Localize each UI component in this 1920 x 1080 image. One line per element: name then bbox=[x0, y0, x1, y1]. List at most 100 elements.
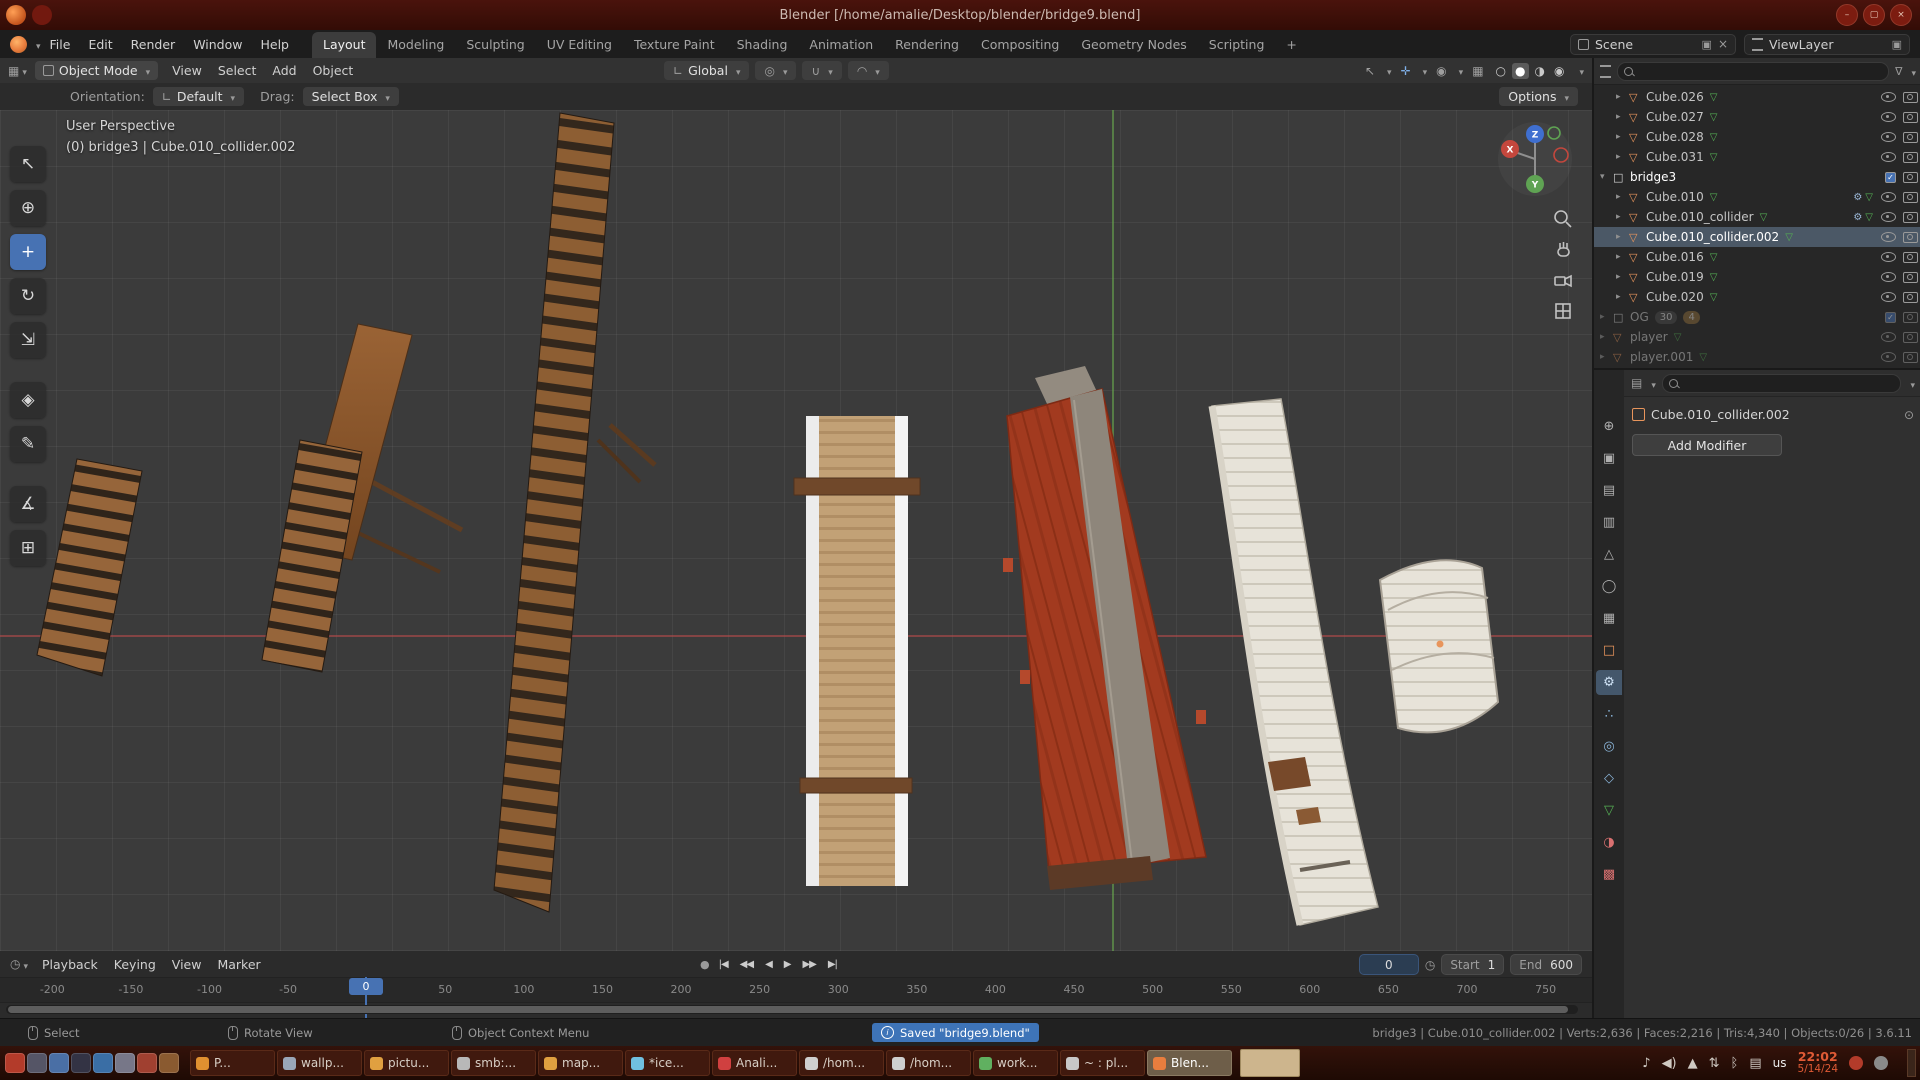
bridge-model-ladder-tall[interactable] bbox=[494, 113, 655, 912]
update-icon[interactable] bbox=[1874, 1056, 1888, 1070]
bridge-model-ladder-small[interactable] bbox=[37, 459, 142, 676]
outliner-row[interactable]: Cube.010_collider.002 ⚙▽ bbox=[1594, 227, 1920, 247]
expand-arrow-icon[interactable] bbox=[1616, 232, 1629, 242]
current-frame-field[interactable]: 0 bbox=[1359, 954, 1419, 975]
options-dropdown[interactable]: Options bbox=[1499, 87, 1578, 106]
disable-render-camera-icon[interactable] bbox=[1903, 92, 1918, 103]
tool-button[interactable]: ✎ bbox=[10, 426, 46, 462]
tool-button[interactable]: ∡ bbox=[10, 486, 46, 522]
tray-icon[interactable]: ♪ bbox=[1642, 1056, 1650, 1071]
collection-checkbox-icon[interactable] bbox=[1885, 312, 1896, 323]
expand-arrow-icon[interactable] bbox=[1616, 152, 1629, 162]
blender-logo-icon[interactable] bbox=[10, 36, 27, 53]
add-modifier-button[interactable]: Add Modifier bbox=[1632, 434, 1782, 456]
taskbar-window-button[interactable]: Anali... bbox=[712, 1050, 797, 1076]
outliner-row[interactable]: Cube.031 ⚙▽ bbox=[1594, 147, 1920, 167]
viewport-menu[interactable]: Add bbox=[264, 61, 304, 80]
properties-tab[interactable]: ⊕ bbox=[1596, 414, 1622, 439]
disable-render-camera-icon[interactable] bbox=[1903, 352, 1918, 363]
app-logo-icon[interactable] bbox=[6, 5, 26, 25]
overlays-dropdown-icon[interactable]: ◉ bbox=[1436, 64, 1446, 78]
outliner-search-input[interactable] bbox=[1617, 62, 1889, 81]
tool-button[interactable]: ↻ bbox=[10, 278, 46, 314]
disable-render-camera-icon[interactable] bbox=[1903, 312, 1918, 323]
object-name[interactable]: Cube.020 bbox=[1646, 290, 1704, 304]
transport-button[interactable]: ▶▶ bbox=[802, 959, 815, 970]
orthographic-toggle-icon[interactable] bbox=[1550, 298, 1576, 324]
outliner-row[interactable]: Cube.020 ⚙▽ bbox=[1594, 287, 1920, 307]
workspace-tab[interactable]: Shading bbox=[726, 32, 799, 58]
workspace-tab[interactable]: Compositing bbox=[970, 32, 1070, 58]
expand-arrow-icon[interactable] bbox=[1600, 352, 1613, 362]
filter-funnel-icon[interactable] bbox=[1895, 65, 1902, 78]
timeline-menu[interactable]: Marker bbox=[209, 955, 268, 974]
disable-render-camera-icon[interactable] bbox=[1903, 132, 1918, 143]
disable-render-camera-icon[interactable] bbox=[1903, 172, 1918, 183]
hide-eye-icon[interactable] bbox=[1881, 292, 1896, 302]
shading-mode-button[interactable]: ◑ bbox=[1532, 63, 1548, 79]
object-name[interactable]: Cube.019 bbox=[1646, 270, 1704, 284]
properties-tab[interactable]: ◇ bbox=[1596, 766, 1622, 791]
taskbar-window-button[interactable]: /hom... bbox=[799, 1050, 884, 1076]
outliner-row[interactable]: Cube.028 ⚙▽ bbox=[1594, 127, 1920, 147]
hide-eye-icon[interactable] bbox=[1881, 212, 1896, 222]
taskbar-window-button[interactable]: ~ : pl... bbox=[1060, 1050, 1145, 1076]
editor-type-icon[interactable]: ▦ bbox=[8, 64, 19, 78]
object-name[interactable]: Cube.010_collider bbox=[1646, 210, 1754, 224]
timeline-menu[interactable]: View bbox=[164, 955, 210, 974]
hide-eye-icon[interactable] bbox=[1881, 332, 1896, 342]
properties-search-input[interactable] bbox=[1662, 374, 1902, 393]
tool-button[interactable]: ⊞ bbox=[10, 530, 46, 566]
disable-render-camera-icon[interactable] bbox=[1903, 332, 1918, 343]
expand-arrow-icon[interactable] bbox=[1616, 212, 1629, 222]
gizmos-dropdown-icon[interactable]: ✛ bbox=[1401, 64, 1411, 78]
tray-icon[interactable]: ◀) bbox=[1662, 1056, 1677, 1071]
hide-eye-icon[interactable] bbox=[1881, 272, 1896, 282]
viewport-3d-models[interactable] bbox=[0, 110, 1592, 951]
outliner-editor-type-icon[interactable] bbox=[1600, 65, 1611, 78]
bridge-model-white-arc[interactable] bbox=[1380, 560, 1498, 732]
zoom-icon[interactable] bbox=[1550, 206, 1576, 232]
viewport-menu[interactable]: Select bbox=[210, 61, 265, 80]
expand-arrow-icon[interactable] bbox=[1616, 92, 1629, 102]
outliner-row[interactable]: OG 30 4 ⚙▽ bbox=[1594, 307, 1920, 327]
object-name[interactable]: Cube.016 bbox=[1646, 250, 1704, 264]
viewport-menu[interactable]: Object bbox=[305, 61, 362, 80]
launcher-icon[interactable] bbox=[71, 1053, 91, 1073]
tool-button[interactable]: ↖ bbox=[10, 146, 46, 182]
outliner-row[interactable]: Cube.026 ⚙▽ bbox=[1594, 87, 1920, 107]
properties-tab[interactable]: ▥ bbox=[1596, 510, 1622, 535]
outliner-row[interactable]: bridge3 ⚙▽ bbox=[1594, 167, 1920, 187]
workspace-tab[interactable]: Texture Paint bbox=[623, 32, 726, 58]
expand-arrow-icon[interactable] bbox=[1600, 172, 1613, 182]
expand-arrow-icon[interactable] bbox=[1600, 332, 1613, 342]
orientation-default-dropdown[interactable]: ∟ Default bbox=[153, 87, 244, 106]
outliner-row[interactable]: player ⚙▽ bbox=[1594, 327, 1920, 347]
close-button[interactable]: × bbox=[1890, 4, 1912, 26]
object-name[interactable]: Cube.010_collider.002 bbox=[1646, 230, 1779, 244]
taskbar-window-button[interactable]: *ice... bbox=[625, 1050, 710, 1076]
playhead-frame-badge[interactable]: 0 bbox=[349, 978, 383, 995]
transport-button[interactable]: ◀ bbox=[765, 959, 772, 970]
launcher-icon[interactable] bbox=[159, 1053, 179, 1073]
saved-notification[interactable]: Saved "bridge9.blend" bbox=[872, 1023, 1039, 1042]
taskbar-window-button[interactable]: wallp... bbox=[277, 1050, 362, 1076]
object-name[interactable]: Cube.031 bbox=[1646, 150, 1704, 164]
tray-icon[interactable]: ᛒ bbox=[1731, 1056, 1739, 1071]
properties-tab[interactable]: □ bbox=[1596, 638, 1622, 663]
object-name[interactable]: bridge3 bbox=[1630, 170, 1676, 184]
bridge-model-red[interactable] bbox=[1003, 366, 1206, 890]
workspace-tab[interactable]: UV Editing bbox=[536, 32, 623, 58]
outliner-row[interactable]: Cube.019 ⚙▽ bbox=[1594, 267, 1920, 287]
timeline-scrollbar[interactable] bbox=[6, 1005, 1578, 1014]
expand-arrow-icon[interactable] bbox=[1616, 132, 1629, 142]
launcher-icon[interactable] bbox=[93, 1053, 113, 1073]
expand-arrow-icon[interactable] bbox=[1616, 192, 1629, 202]
timeline-ruler[interactable]: -200-150-100-500501001502002503003504004… bbox=[0, 978, 1592, 1003]
hide-eye-icon[interactable] bbox=[1881, 92, 1896, 102]
hide-eye-icon[interactable] bbox=[1881, 232, 1896, 242]
taskbar-window-button[interactable]: pictu... bbox=[364, 1050, 449, 1076]
disable-render-camera-icon[interactable] bbox=[1903, 232, 1918, 243]
bridge-model-white-curved[interactable] bbox=[1212, 399, 1378, 925]
launcher-icon[interactable] bbox=[115, 1053, 135, 1073]
